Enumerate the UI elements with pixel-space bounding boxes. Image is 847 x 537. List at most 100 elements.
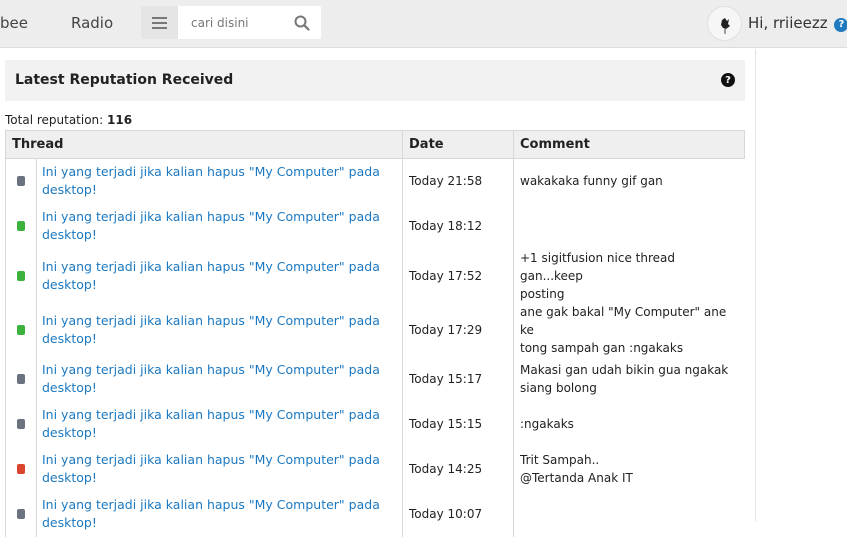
date-cell: Today 18:12 xyxy=(402,203,514,249)
reputation-dot-icon xyxy=(17,464,25,474)
reputation-dot-icon xyxy=(17,270,25,281)
thread-cell: Ini yang terjadi jika kalian hapus "My C… xyxy=(36,401,403,447)
thread-cell: Ini yang terjadi jika kalian hapus "My C… xyxy=(36,302,403,357)
comment-line2: siang bolong xyxy=(520,381,597,395)
comment-cell: wakakaka funny gif gan xyxy=(513,158,745,204)
page-title: Latest Reputation Received xyxy=(15,72,234,88)
date-cell: Today 17:29 xyxy=(402,302,514,357)
thread-title-line2: desktop! xyxy=(42,330,97,346)
nav-item-partial[interactable]: bee xyxy=(0,14,28,32)
thread-title-line2: desktop! xyxy=(42,380,97,395)
top-navbar: bee Radio Hi, rriieezz ? xyxy=(0,0,847,48)
thread-link[interactable]: Ini yang terjadi jika kalian hapus "My C… xyxy=(42,361,396,397)
thread-link[interactable]: Ini yang terjadi jika kalian hapus "My C… xyxy=(42,496,396,532)
reputation-indicator-cell xyxy=(5,158,37,204)
date-cell: Today 15:15 xyxy=(402,401,514,447)
header-thread[interactable]: Thread xyxy=(5,130,403,159)
date-cell: Today 14:25 xyxy=(402,446,514,492)
comment-cell xyxy=(513,203,745,249)
thread-link[interactable]: Ini yang terjadi jika kalian hapus "My C… xyxy=(42,406,396,442)
thread-title-line1: Ini yang terjadi jika kalian hapus "My C… xyxy=(42,312,380,328)
reputation-indicator-cell xyxy=(5,491,37,537)
reputation-indicator-cell xyxy=(5,401,37,447)
thread-link[interactable]: Ini yang terjadi jika kalian hapus "My C… xyxy=(42,208,396,244)
date-cell: Today 17:52 xyxy=(402,248,514,303)
table-row: Ini yang terjadi jika kalian hapus "My C… xyxy=(5,401,745,447)
total-value: 116 xyxy=(107,113,133,127)
table-body: Ini yang terjadi jika kalian hapus "My C… xyxy=(5,158,745,537)
question-icon[interactable]: ? xyxy=(834,17,847,32)
comment-line2: posting xyxy=(520,286,565,301)
menu-button[interactable] xyxy=(141,6,178,39)
reputation-indicator-cell xyxy=(5,203,37,249)
thread-link[interactable]: Ini yang terjadi jika kalian hapus "My C… xyxy=(42,163,396,199)
table-row: Ini yang terjadi jika kalian hapus "My C… xyxy=(5,356,745,402)
comment-line1: ane gak bakal "My Computer" ane ke xyxy=(520,304,727,337)
panel-header: Latest Reputation Received ? xyxy=(5,60,745,101)
table-row: Ini yang terjadi jika kalian hapus "My C… xyxy=(5,158,745,204)
reputation-dot-icon xyxy=(17,419,25,429)
date-cell: Today 15:17 xyxy=(402,356,514,402)
total-reputation: Total reputation: 116 xyxy=(5,113,132,127)
user-greeting[interactable]: Hi, rriieezz ? xyxy=(748,14,847,32)
thread-title-line2: desktop! xyxy=(42,276,97,292)
thread-title-line2: desktop! xyxy=(42,227,97,242)
thread-cell: Ini yang terjadi jika kalian hapus "My C… xyxy=(36,248,403,303)
comment-cell: ane gak bakal "My Computer" ane ke tong s… xyxy=(513,302,745,357)
thread-link[interactable]: Ini yang terjadi jika kalian hapus "My C… xyxy=(42,258,396,294)
search-box xyxy=(141,6,321,39)
reputation-dot-icon xyxy=(17,509,25,519)
table-row: Ini yang terjadi jika kalian hapus "My C… xyxy=(5,302,745,357)
thread-cell: Ini yang terjadi jika kalian hapus "My C… xyxy=(36,356,403,402)
reputation-dot-icon xyxy=(17,324,25,335)
help-icon[interactable]: ? xyxy=(721,73,735,87)
comment-cell: Makasi gan udah bikin gua ngakak siang bo… xyxy=(513,356,745,402)
thread-title-line1: Ini yang terjadi jika kalian hapus "My C… xyxy=(42,209,380,224)
thread-link[interactable]: Ini yang terjadi jika kalian hapus "My C… xyxy=(42,451,396,487)
table-header-row: Thread Date Comment xyxy=(5,130,745,159)
thread-title-line1: Ini yang terjadi jika kalian hapus "My C… xyxy=(42,362,380,377)
reputation-indicator-cell xyxy=(5,248,37,303)
header-date[interactable]: Date xyxy=(402,130,514,159)
sidebar-divider xyxy=(755,49,756,521)
comment-line2: tong sampah gan :ngakaks xyxy=(520,340,684,355)
comment-cell: :ngakaks xyxy=(513,401,745,447)
thread-title-line2: desktop! xyxy=(42,182,97,198)
table-row: Ini yang terjadi jika kalian hapus "My C… xyxy=(5,248,745,303)
header-comment[interactable]: Comment xyxy=(513,130,745,159)
thread-cell: Ini yang terjadi jika kalian hapus "My C… xyxy=(36,203,403,249)
avatar-image-icon xyxy=(721,18,730,34)
comment-line1: +1 sigitfusion nice thread gan...keep xyxy=(520,250,675,283)
comment-cell: +1 sigitfusion nice thread gan...keep pos… xyxy=(513,248,745,303)
comment-line1: wakakaka funny gif gan xyxy=(520,174,663,189)
reputation-indicator-cell xyxy=(5,302,37,357)
total-label: Total reputation: xyxy=(5,113,104,127)
reputation-indicator-cell xyxy=(5,446,37,492)
date-cell: Today 21:58 xyxy=(402,158,514,204)
comment-line1: Trit Sampah.. xyxy=(520,453,600,467)
thread-cell: Ini yang terjadi jika kalian hapus "My C… xyxy=(36,491,403,537)
thread-title-line2: desktop! xyxy=(42,470,97,485)
thread-cell: Ini yang terjadi jika kalian hapus "My C… xyxy=(36,446,403,492)
reputation-dot-icon xyxy=(17,221,25,231)
avatar[interactable] xyxy=(707,6,742,41)
search-icon[interactable] xyxy=(294,15,310,31)
comment-cell: Trit Sampah.. @Tertanda Anak IT xyxy=(513,446,745,492)
comment-line2: @Tertanda Anak IT xyxy=(520,471,633,485)
date-cell: Today 10:07 xyxy=(402,491,514,537)
thread-title-line1: Ini yang terjadi jika kalian hapus "My C… xyxy=(42,258,380,274)
greeting-text: Hi, rriieezz xyxy=(748,14,828,32)
thread-link[interactable]: Ini yang terjadi jika kalian hapus "My C… xyxy=(42,312,396,348)
thread-title-line1: Ini yang terjadi jika kalian hapus "My C… xyxy=(42,497,380,512)
search-input[interactable] xyxy=(182,6,290,39)
reputation-indicator-cell xyxy=(5,356,37,402)
thread-title-line2: desktop! xyxy=(42,425,97,440)
hamburger-icon xyxy=(152,16,167,29)
reputation-table: Thread Date Comment Ini yang terjadi jik… xyxy=(5,130,745,537)
table-row: Ini yang terjadi jika kalian hapus "My C… xyxy=(5,446,745,492)
comment-cell xyxy=(513,491,745,537)
reputation-dot-icon xyxy=(17,176,25,187)
nav-item-radio[interactable]: Radio xyxy=(71,14,113,32)
thread-title-line1: Ini yang terjadi jika kalian hapus "My C… xyxy=(42,164,380,180)
comment-line1: Makasi gan udah bikin gua ngakak xyxy=(520,363,729,377)
